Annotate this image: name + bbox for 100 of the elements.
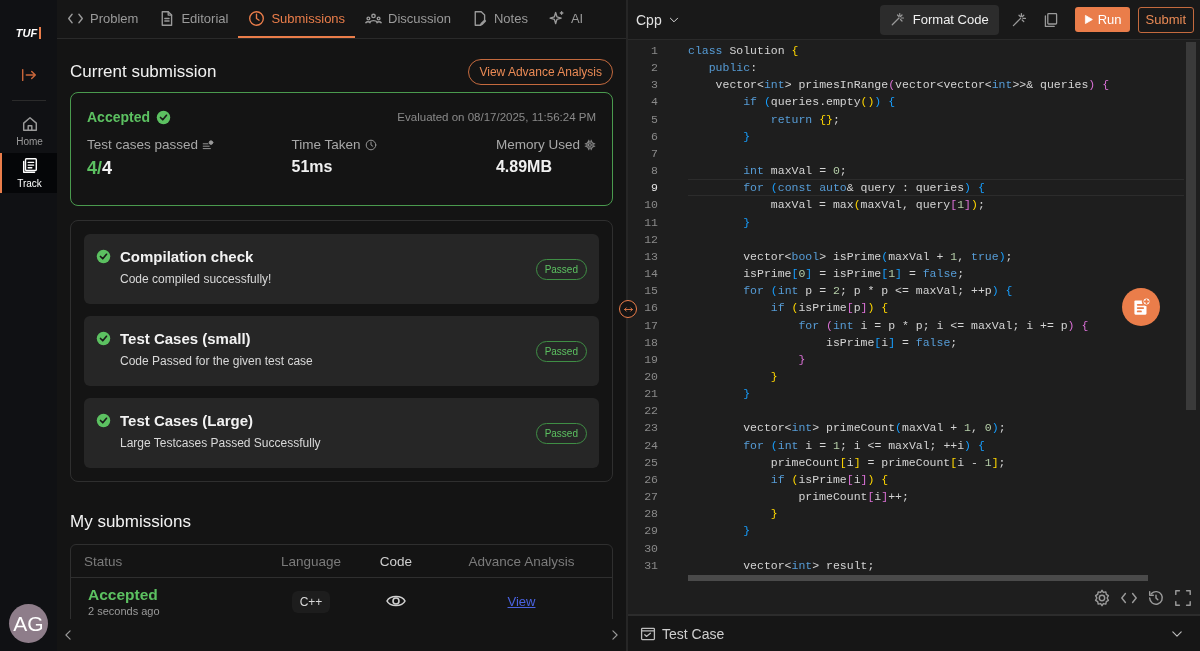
avatar[interactable]: AG bbox=[9, 604, 48, 643]
check-description: Code Passed for the given test case bbox=[120, 354, 314, 368]
code-line: vector<bool> isPrime(maxVal + 1, true); bbox=[742, 249, 1013, 263]
collapse-icon[interactable] bbox=[19, 66, 38, 84]
line-number: 23 bbox=[643, 420, 658, 437]
line-number: 10 bbox=[643, 197, 658, 214]
code-line: } bbox=[742, 524, 751, 538]
column-header: Status bbox=[83, 553, 124, 569]
line-number: 19 bbox=[643, 351, 658, 368]
line-number: 22 bbox=[643, 403, 658, 420]
code-line: vector<int> primesInRange(vector<vector<int>>& queries) { bbox=[714, 78, 1110, 92]
play-icon bbox=[1082, 14, 1094, 25]
code-line: } bbox=[742, 387, 751, 401]
stat-label: Memory Used bbox=[495, 137, 580, 152]
line-number: 28 bbox=[643, 506, 658, 523]
code-line: if (isPrime[p]) { bbox=[769, 301, 889, 315]
checkbox-icon bbox=[640, 625, 656, 642]
section-title: My submissions bbox=[70, 512, 192, 532]
check-title: Test Cases (small) bbox=[120, 330, 252, 347]
line-number: 12 bbox=[643, 231, 658, 248]
sidebar-item[interactable]: Home bbox=[0, 111, 57, 151]
line-number: 20 bbox=[643, 368, 658, 385]
code-line: } bbox=[769, 369, 778, 383]
code-line: primeCount[i]++; bbox=[797, 490, 909, 504]
sidebar-item[interactable]: Track bbox=[0, 153, 57, 193]
tab[interactable]: Problem bbox=[57, 0, 149, 38]
line-number: 4 bbox=[650, 94, 658, 111]
line-number: 13 bbox=[643, 248, 658, 265]
column-header: Code bbox=[378, 553, 414, 569]
fullscreen-icon[interactable] bbox=[1174, 588, 1192, 607]
column-header: Advance Analysis bbox=[467, 553, 576, 569]
wand-icon[interactable] bbox=[1010, 11, 1027, 28]
home-icon bbox=[20, 115, 39, 133]
check-icon bbox=[156, 109, 172, 125]
sparkle-icon bbox=[547, 9, 565, 27]
check-title: Test Cases (Large) bbox=[120, 412, 255, 429]
line-number: 14 bbox=[643, 266, 658, 283]
test-case-panel[interactable]: Test Case bbox=[628, 614, 1200, 651]
code-line: for (int i = 1; i <= maxVal; ++i) { bbox=[742, 438, 985, 452]
code-line: int maxVal = 0; bbox=[742, 164, 847, 178]
notes-button[interactable] bbox=[1122, 288, 1160, 326]
timestamp: 2 seconds ago bbox=[87, 604, 161, 617]
list-icon bbox=[202, 138, 215, 151]
line-number: 11 bbox=[643, 214, 658, 231]
code-line: for (int i = p * p; i <= maxVal; i += p) { bbox=[797, 318, 1089, 332]
submit-button[interactable]: Submit bbox=[1137, 6, 1194, 33]
line-number: 30 bbox=[643, 540, 658, 557]
book-icon bbox=[20, 157, 39, 175]
settings-icon[interactable] bbox=[1093, 588, 1111, 607]
tab[interactable]: Editorial bbox=[148, 0, 239, 38]
resize-handle[interactable] bbox=[619, 300, 637, 318]
line-number: 18 bbox=[643, 334, 658, 351]
code-line: } bbox=[769, 507, 778, 521]
language-dropdown[interactable]: Cpp bbox=[636, 11, 680, 28]
copy-icon[interactable] bbox=[1042, 11, 1059, 28]
tab[interactable]: AI bbox=[537, 0, 586, 38]
line-number: 16 bbox=[643, 300, 658, 317]
column-header: Language bbox=[279, 553, 343, 569]
clock-icon bbox=[364, 138, 377, 151]
code-line: isPrime[i] = false; bbox=[825, 335, 958, 349]
line-number: 1 bbox=[650, 43, 658, 59]
line-number: 17 bbox=[643, 317, 658, 334]
tab[interactable]: Discussion bbox=[355, 0, 461, 38]
evaluated-time: Evaluated on 08/17/2025, 11:56:24 PM bbox=[397, 111, 596, 123]
line-number: 3 bbox=[650, 77, 658, 94]
wand-icon bbox=[889, 12, 905, 27]
code-line: } bbox=[742, 129, 751, 143]
code-line: vector<int> primeCount(maxVal + 1, 0); bbox=[742, 421, 1006, 435]
line-number: 15 bbox=[643, 283, 658, 300]
stat-value: 51ms bbox=[291, 158, 334, 176]
scrollbar[interactable] bbox=[1186, 42, 1196, 410]
line-number: 25 bbox=[643, 454, 658, 471]
code-line: } bbox=[797, 352, 806, 366]
clock-icon bbox=[248, 9, 266, 27]
stat-label: Test cases passed bbox=[87, 137, 199, 152]
status-text: Accepted bbox=[87, 109, 151, 125]
line-number: 26 bbox=[643, 471, 658, 488]
code-line: if (isPrime[i]) { bbox=[769, 472, 889, 486]
stat-value: 4.89MB bbox=[495, 158, 553, 176]
check-title: Compilation check bbox=[120, 248, 255, 265]
code-line: class Solution { bbox=[688, 44, 799, 57]
history-icon[interactable] bbox=[1147, 588, 1165, 607]
code-line: primeCount[i] = primeCount[i - 1]; bbox=[769, 455, 1006, 469]
code-line: if (queries.empty()) { bbox=[742, 95, 896, 109]
tab[interactable]: Notes bbox=[460, 0, 538, 38]
line-number: 2 bbox=[650, 60, 658, 77]
format-code-button[interactable]: Format Code bbox=[879, 4, 999, 35]
view-link[interactable]: View bbox=[507, 594, 536, 609]
section-title: Current submission bbox=[70, 62, 217, 82]
tab[interactable]: Submissions bbox=[238, 0, 356, 38]
status-text: Accepted bbox=[87, 585, 159, 604]
stat-label: Time Taken bbox=[291, 137, 361, 152]
line-number: 6 bbox=[650, 128, 658, 145]
scrollbar[interactable] bbox=[688, 575, 1148, 581]
stat-value: 4/4 bbox=[87, 158, 114, 179]
logo: TUF bbox=[15, 24, 42, 42]
check-description: Code compiled successfully! bbox=[120, 272, 273, 286]
line-number: 7 bbox=[650, 145, 658, 162]
language-tag: C++ bbox=[291, 591, 331, 613]
line-number: 5 bbox=[650, 111, 658, 128]
